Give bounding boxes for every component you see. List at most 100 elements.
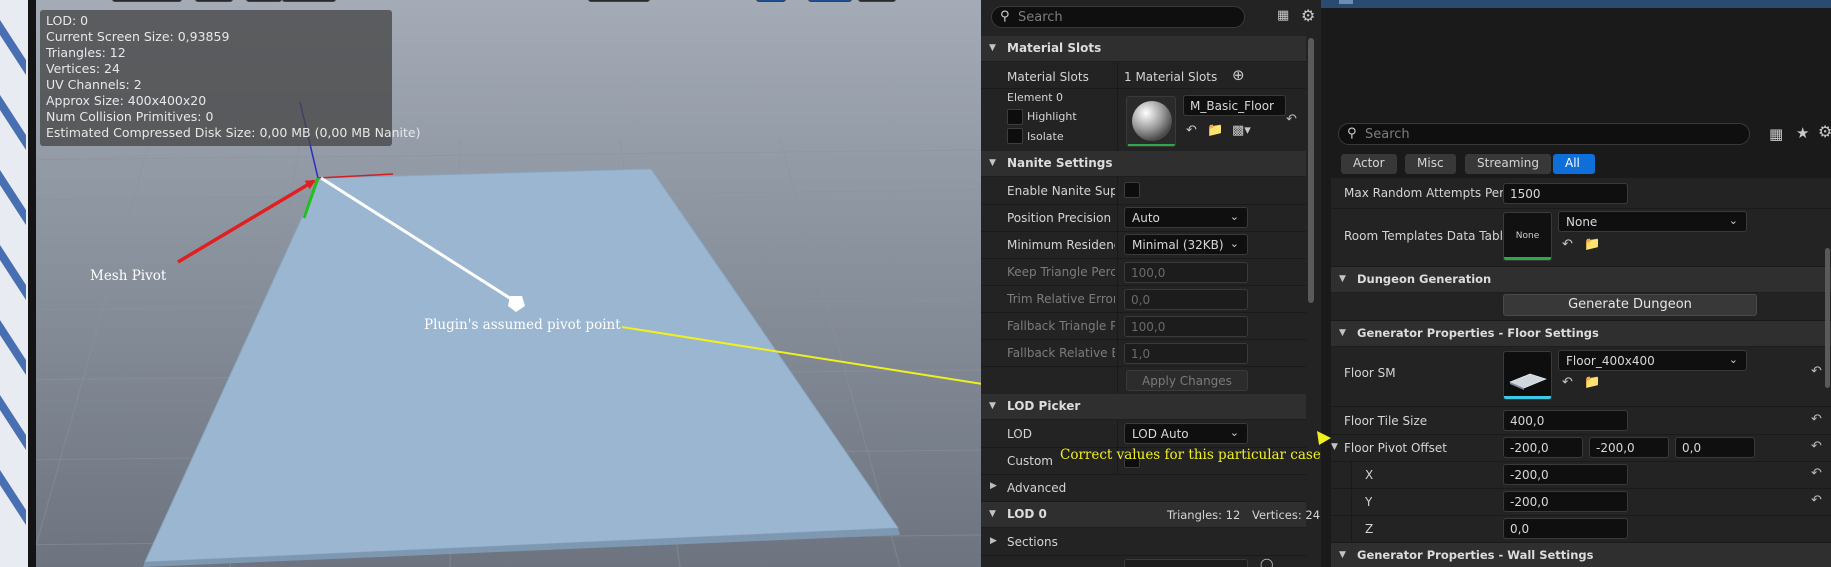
table-view-icon[interactable]: ▦ bbox=[1277, 8, 1289, 23]
position-precision-combo[interactable]: Auto ⌄ bbox=[1124, 207, 1248, 228]
tab-all[interactable]: All bbox=[1553, 154, 1595, 174]
material-name-field[interactable]: M_Basic_Floor bbox=[1183, 95, 1286, 116]
isolate-label: Isolate bbox=[1027, 130, 1064, 143]
table-view-icon[interactable]: ▦ bbox=[1769, 125, 1783, 143]
nanite-row-label: Trim Relative Error bbox=[1007, 292, 1115, 306]
tab-actor[interactable]: Actor bbox=[1341, 154, 1397, 174]
material-thumbnail[interactable] bbox=[1126, 96, 1176, 147]
stat-line: Estimated Compressed Disk Size: 0,00 MB … bbox=[46, 125, 421, 140]
details-properties: Max Random Attempts Per Room 1500 Room T… bbox=[1331, 178, 1831, 567]
section-nanite-settings[interactable]: ▼ Nanite Settings bbox=[981, 151, 1306, 177]
gear-icon[interactable]: ⚙ bbox=[1301, 6, 1315, 25]
lod-combo[interactable]: LOD Auto ⌄ bbox=[1124, 423, 1248, 444]
lod0-triangles: Triangles: 12 bbox=[1167, 508, 1241, 522]
section-wall-settings[interactable]: ▼ Generator Properties - Wall Settings bbox=[1331, 543, 1831, 567]
scrollbar-thumb[interactable] bbox=[1825, 248, 1830, 388]
find-in-browser-icon[interactable]: 📁 bbox=[1584, 237, 1600, 252]
reset-to-default-icon[interactable]: ↶ bbox=[1811, 412, 1822, 427]
minimum-residency-combo[interactable]: Minimal (32KB) ⌄ bbox=[1124, 234, 1248, 255]
floor-sm-thumbnail[interactable] bbox=[1503, 351, 1552, 400]
add-element-icon[interactable]: ⊕ bbox=[1232, 66, 1245, 84]
apply-changes-button[interactable]: Apply Changes bbox=[1126, 370, 1248, 391]
custom-label: Custom bbox=[1007, 454, 1053, 468]
toolbar-button[interactable] bbox=[756, 0, 786, 2]
chevron-down-icon: ⌄ bbox=[1728, 353, 1738, 366]
combo-value: Floor_400x400 bbox=[1566, 354, 1655, 368]
pivot-x-field[interactable]: -200,0 bbox=[1503, 437, 1583, 458]
toolbar-button[interactable] bbox=[246, 0, 282, 2]
expand-arrow-icon[interactable]: ▶ bbox=[990, 481, 997, 491]
details-search-box[interactable]: ⚲ Search bbox=[1338, 123, 1750, 145]
section-floor-settings[interactable]: ▼ Generator Properties - Floor Settings bbox=[1331, 321, 1831, 347]
room-templates-thumbnail[interactable]: None bbox=[1503, 212, 1552, 261]
advanced-label[interactable]: Advanced bbox=[1007, 481, 1066, 495]
circle-icon[interactable]: ◯ bbox=[1260, 557, 1273, 567]
z-label: Z bbox=[1365, 522, 1374, 536]
pivot-z-field[interactable]: 0,0 bbox=[1675, 437, 1755, 458]
reset-to-default-icon[interactable]: ↶ bbox=[1286, 112, 1297, 127]
section-lod-0[interactable]: ▼ LOD 0 Triangles: 12 Vertices: 24 bbox=[981, 502, 1320, 528]
x-field[interactable]: -200,0 bbox=[1503, 464, 1628, 485]
section-title: Material Slots bbox=[1007, 41, 1102, 55]
partial-field[interactable] bbox=[1124, 559, 1248, 567]
browse-icon[interactable]: ↶ bbox=[1562, 375, 1573, 390]
gear-icon[interactable]: ⚙ bbox=[1818, 122, 1831, 141]
enable-nanite-checkbox[interactable] bbox=[1124, 182, 1140, 198]
toolbar-button[interactable] bbox=[588, 0, 650, 2]
toolbar-button[interactable] bbox=[112, 0, 182, 2]
floor-sm-label: Floor SM bbox=[1344, 366, 1396, 380]
section-material-slots[interactable]: ▼ Material Slots bbox=[981, 36, 1306, 62]
tab-misc[interactable]: Misc bbox=[1405, 154, 1456, 174]
toolbar-button[interactable] bbox=[808, 0, 852, 2]
y-field[interactable]: -200,0 bbox=[1503, 491, 1628, 512]
scrollbar-thumb[interactable] bbox=[1308, 38, 1314, 303]
mesh-stats-overlay: LOD: 0 Current Screen Size: 0,93859 Tria… bbox=[40, 10, 421, 146]
toolbar-button[interactable] bbox=[858, 0, 896, 2]
expand-arrow-icon[interactable]: ▶ bbox=[990, 536, 997, 546]
nanite-row-label: Position Precision bbox=[1007, 211, 1112, 225]
stat-line: Vertices: 24 bbox=[46, 61, 120, 76]
actor-icon bbox=[1339, 0, 1353, 4]
details-search-box[interactable]: ⚲ Search bbox=[991, 6, 1245, 28]
reset-to-default-icon[interactable]: ↶ bbox=[1811, 364, 1822, 379]
thumbnail-text: None bbox=[1515, 231, 1540, 241]
reset-to-default-icon[interactable]: ↶ bbox=[1811, 439, 1822, 454]
find-in-browser-icon[interactable]: 📁 bbox=[1584, 375, 1600, 390]
generate-dungeon-button[interactable]: Generate Dungeon bbox=[1503, 294, 1757, 316]
keep-triangle-percent-field[interactable]: 100,0 bbox=[1124, 262, 1248, 283]
material-options-icon[interactable]: ▩▾ bbox=[1232, 123, 1251, 138]
search-input[interactable]: Search bbox=[1365, 127, 1410, 142]
sections-label[interactable]: Sections bbox=[1007, 535, 1058, 549]
fallback-relative-error-field[interactable]: 1,0 bbox=[1124, 343, 1248, 364]
room-templates-combo[interactable]: None ⌄ bbox=[1558, 211, 1747, 232]
find-in-browser-icon[interactable]: 📁 bbox=[1207, 123, 1223, 138]
section-dungeon-generation[interactable]: ▼ Dungeon Generation bbox=[1331, 267, 1831, 293]
search-input[interactable]: Search bbox=[1018, 10, 1063, 25]
browse-icon[interactable]: ↶ bbox=[1562, 237, 1573, 252]
browse-icon[interactable]: ↶ bbox=[1186, 123, 1197, 138]
star-icon[interactable]: ★ bbox=[1796, 124, 1809, 142]
stat-line: Triangles: 12 bbox=[46, 45, 126, 60]
highlight-checkbox[interactable] bbox=[1007, 109, 1023, 125]
tab-streaming[interactable]: Streaming bbox=[1465, 154, 1551, 174]
max-random-field[interactable]: 1500 bbox=[1503, 183, 1628, 204]
toolbar-button[interactable] bbox=[282, 0, 336, 2]
lod0-vertices: Vertices: 24 bbox=[1252, 508, 1321, 522]
reset-to-default-icon[interactable]: ↶ bbox=[1811, 493, 1822, 508]
floor-tile-field[interactable]: 400,0 bbox=[1503, 410, 1628, 431]
nanite-row-label: Fallback Triangle Per bbox=[1007, 319, 1115, 333]
isolate-checkbox[interactable] bbox=[1007, 128, 1023, 144]
fallback-triangle-percent-field[interactable]: 100,0 bbox=[1124, 316, 1248, 337]
section-lod-picker[interactable]: ▼ LOD Picker bbox=[981, 394, 1306, 420]
reset-to-default-icon[interactable]: ↶ bbox=[1811, 466, 1822, 481]
floor-sm-combo[interactable]: Floor_400x400 ⌄ bbox=[1558, 350, 1747, 371]
outliner-selected-row[interactable] bbox=[1321, 0, 1831, 8]
viewport[interactable]: LOD: 0 Current Screen Size: 0,93859 Tria… bbox=[0, 0, 981, 567]
annotation-arrowhead bbox=[1317, 431, 1331, 445]
pivot-y-field[interactable]: -200,0 bbox=[1589, 437, 1669, 458]
toolbar-button[interactable] bbox=[195, 0, 233, 2]
section-title: LOD 0 bbox=[1007, 507, 1047, 521]
collapse-arrow-icon: ▼ bbox=[989, 43, 996, 53]
trim-relative-error-field[interactable]: 0,0 bbox=[1124, 289, 1248, 310]
z-field[interactable]: 0,0 bbox=[1503, 518, 1628, 539]
